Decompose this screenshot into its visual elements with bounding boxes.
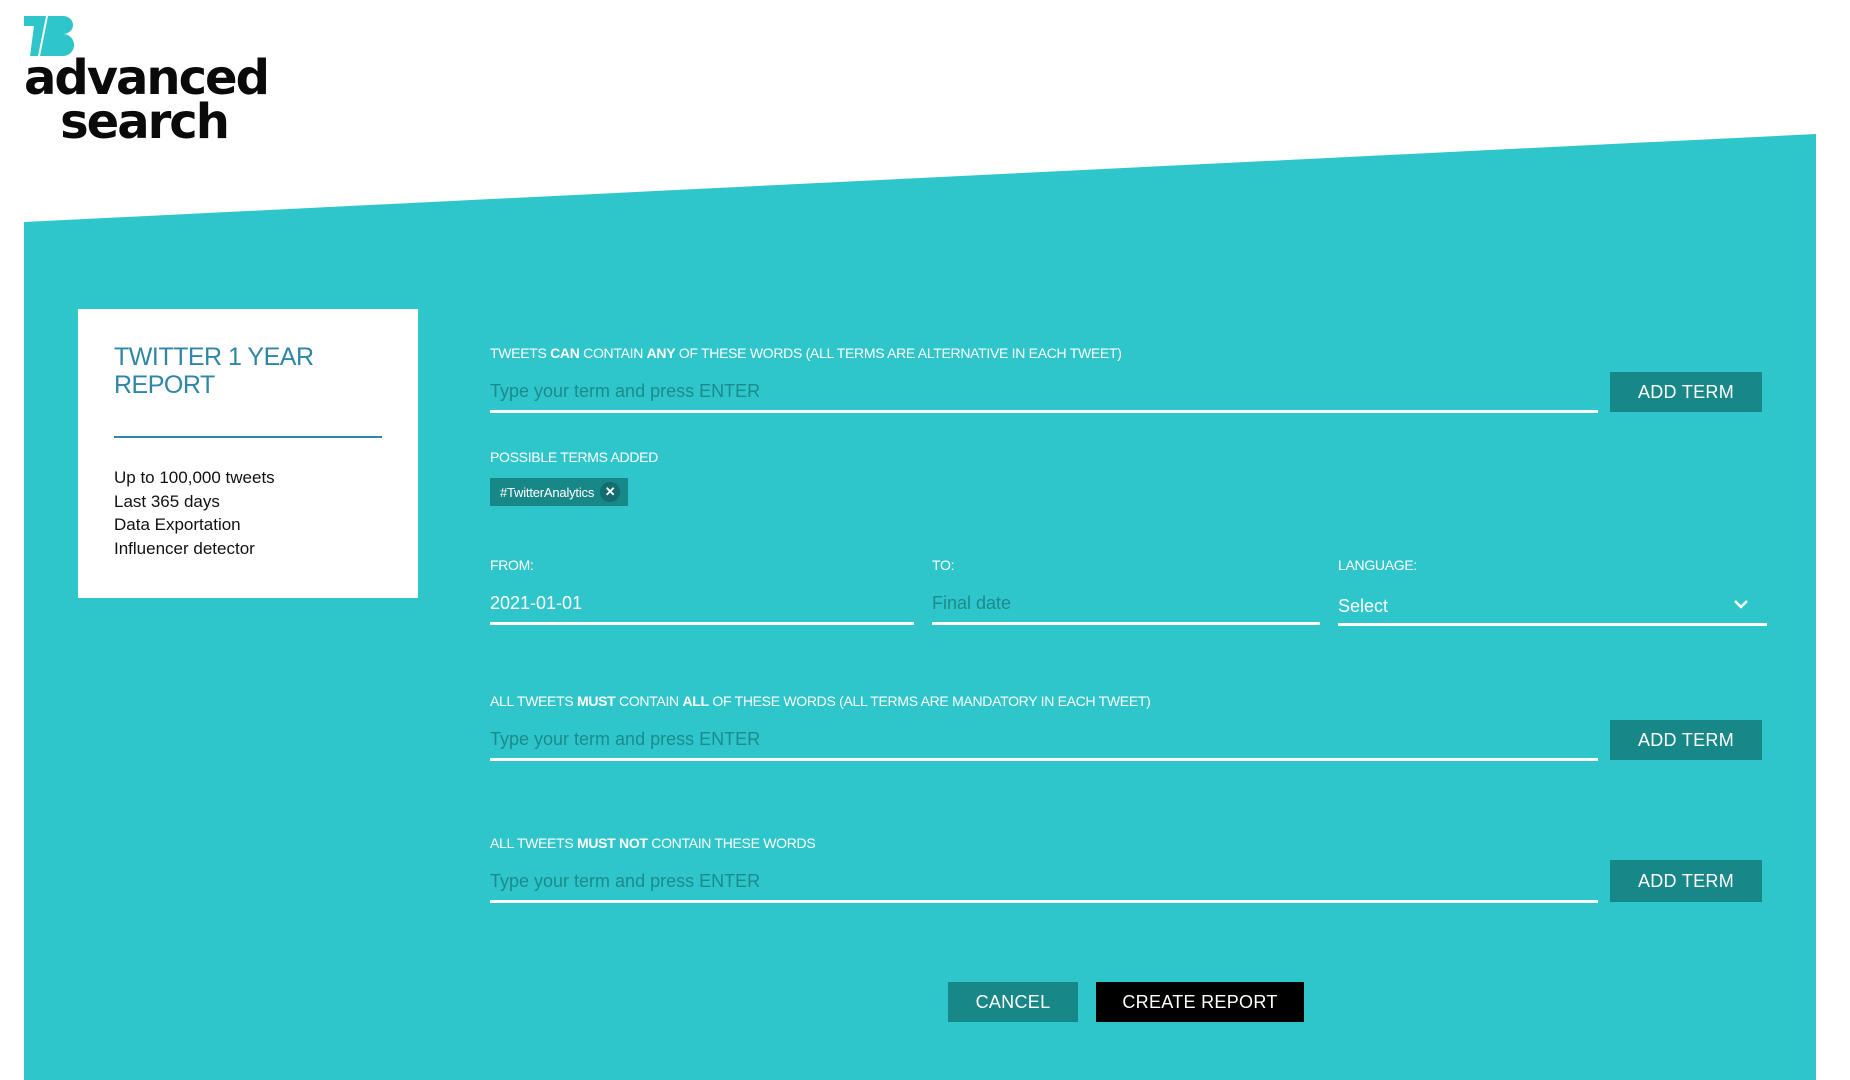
any-words-input[interactable] (490, 379, 1598, 413)
add-any-term-button[interactable]: ADD TERM (1610, 372, 1762, 412)
plan-feature: Data Exportation (114, 515, 241, 534)
plan-card: TWITTER 1 YEAR REPORT Up to 100,000 twee… (78, 309, 418, 598)
add-excluded-term-button[interactable]: ADD TERM (1610, 860, 1762, 902)
chevron-down-icon (1734, 600, 1748, 609)
plan-features: Up to 100,000 tweets Last 365 days Data … (114, 466, 275, 560)
excluded-words-input[interactable] (490, 869, 1598, 903)
plan-feature: Influencer detector (114, 538, 255, 558)
plan-feature: Last 365 days (114, 491, 220, 511)
logo-wordmark: advanced search (24, 54, 270, 150)
any-words-label: TWEETS CAN CONTAIN ANY OF THESE WORDS (A… (490, 345, 1122, 361)
logo-line-2: search (60, 94, 230, 150)
add-all-term-button[interactable]: ADD TERM (1610, 720, 1762, 760)
all-words-input[interactable] (490, 727, 1598, 761)
language-select[interactable]: Select (1338, 588, 1767, 626)
terms-added-label: POSSIBLE TERMS ADDED (490, 449, 659, 465)
term-chip-text: #TwitterAnalytics (500, 484, 595, 500)
excluded-words-label: ALL TWEETS MUST NOT CONTAIN THESE WORDS (490, 835, 816, 851)
plan-title: TWITTER 1 YEAR REPORT (114, 343, 314, 399)
language-selected-value: Select (1338, 596, 1389, 616)
to-label: TO: (932, 557, 955, 573)
plan-feature: Up to 100,000 tweets (114, 468, 275, 487)
language-label: LANGUAGE: (1338, 557, 1417, 573)
plan-divider (114, 436, 382, 438)
term-chip: #TwitterAnalytics ✕ (490, 478, 629, 506)
cancel-button[interactable]: CANCEL (948, 982, 1078, 1022)
create-report-button[interactable]: CREATE REPORT (1096, 982, 1304, 1022)
all-words-label: ALL TWEETS MUST CONTAIN ALL OF THESE WOR… (490, 693, 1151, 709)
from-label: FROM: (490, 557, 534, 573)
to-date-input[interactable] (932, 591, 1320, 625)
from-date-input[interactable] (490, 591, 914, 625)
close-icon[interactable]: ✕ (600, 482, 621, 502)
